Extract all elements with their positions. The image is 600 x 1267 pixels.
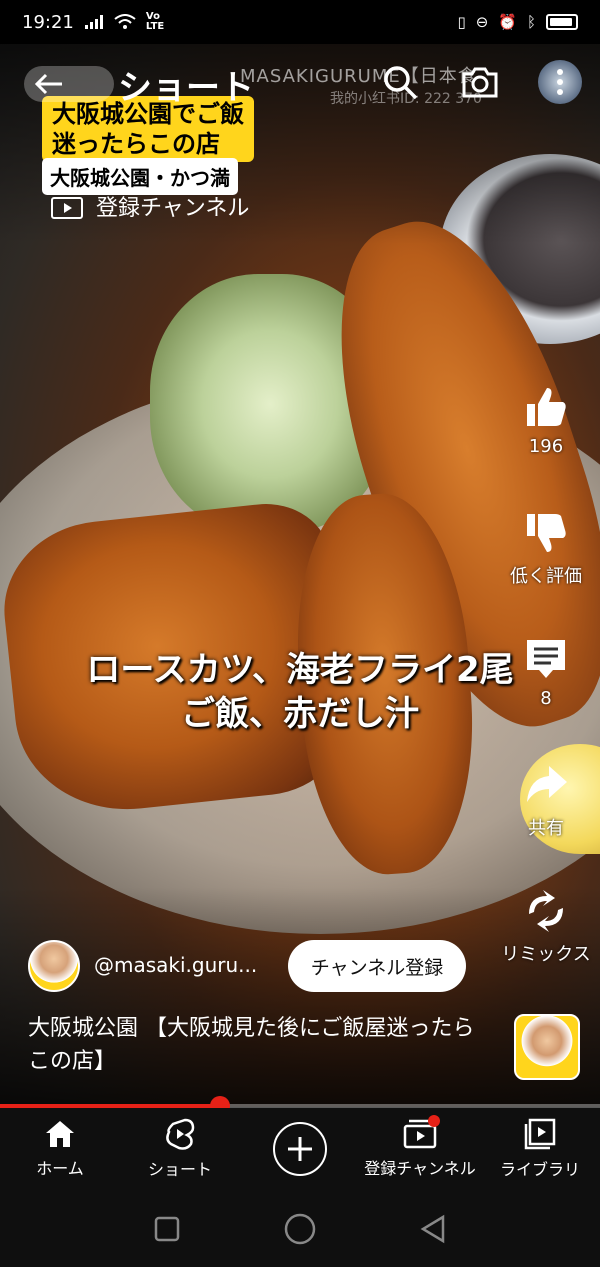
page-title: ショート <box>118 68 254 108</box>
battery-icon <box>546 14 578 30</box>
do-not-disturb-icon: ⊖ <box>475 13 489 31</box>
camera-button[interactable] <box>460 62 504 106</box>
nav-create[interactable] <box>240 1122 360 1176</box>
bluetooth-icon: ᛒ <box>526 13 536 31</box>
subscriptions-link-label: 登録チャンネル <box>96 196 250 221</box>
subscriptions-icon <box>51 193 83 219</box>
status-right: ▯ ⊖ ⏰ ᛒ <box>457 13 578 31</box>
nav-shorts[interactable]: ショート <box>120 1118 240 1180</box>
camera-icon <box>462 67 498 98</box>
thumbs-up-icon <box>527 388 566 426</box>
comment-icon <box>527 640 565 678</box>
circle-icon <box>284 1213 316 1244</box>
comments-button[interactable]: 8 <box>500 636 592 709</box>
notification-dot <box>428 1115 440 1127</box>
library-icon <box>524 1118 556 1150</box>
subscriptions-link[interactable]: 登録チャンネル <box>50 190 249 222</box>
status-bar: 19:21 Vo LTE ▯ ⊖ ⏰ ᛒ <box>0 0 600 44</box>
create-icon <box>273 1122 327 1176</box>
channel-avatar[interactable] <box>28 940 80 992</box>
back-button[interactable] <box>24 66 114 102</box>
nav-subscriptions-label: 登録チャンネル <box>364 1159 476 1178</box>
more-button[interactable] <box>538 60 582 104</box>
share-label: 共有 <box>528 818 564 839</box>
dislike-button[interactable]: 低く評価 <box>500 510 592 588</box>
more-vertical-icon <box>557 79 563 85</box>
video-title[interactable]: 大阪城公園 【大阪城見た後にご飯屋迷ったらこの店】 <box>28 1012 488 1078</box>
share-icon <box>527 766 567 802</box>
system-nav <box>0 1190 600 1267</box>
share-button[interactable]: 共有 <box>500 762 592 840</box>
alarm-icon: ⏰ <box>498 13 517 31</box>
bottom-nav: ホーム ショート 登録チャンネル ライブラリ <box>0 1108 600 1190</box>
home-icon <box>46 1121 74 1147</box>
vibrate-icon: ▯ <box>457 13 466 31</box>
wifi-icon <box>114 14 136 29</box>
like-button[interactable]: 196 <box>500 384 592 457</box>
triangle-back-icon <box>420 1214 445 1243</box>
nav-shorts-label: ショート <box>147 1160 212 1179</box>
back-system-button[interactable] <box>413 1209 453 1249</box>
search-icon <box>384 66 418 100</box>
nav-library-label: ライブラリ <box>499 1160 580 1179</box>
home-system-button[interactable] <box>280 1209 320 1249</box>
arrow-left-icon <box>34 73 62 95</box>
video-watermark: MASAKIGURUME【日本食 <box>240 66 477 87</box>
nav-library[interactable]: ライブラリ <box>480 1118 600 1180</box>
subscribe-button[interactable]: チャンネル登録 <box>288 940 466 992</box>
more-vertical-icon <box>557 89 563 95</box>
nav-home-label: ホーム <box>36 1159 84 1178</box>
dislike-label: 低く評価 <box>510 566 582 587</box>
remix-button[interactable]: リミックス <box>500 888 592 966</box>
shorts-icon <box>166 1118 195 1150</box>
thumbs-down-icon <box>527 514 566 552</box>
volte-icon: Vo LTE <box>145 11 165 32</box>
square-icon <box>154 1216 179 1241</box>
nav-home[interactable]: ホーム <box>0 1119 120 1179</box>
status-left: 19:21 Vo LTE <box>22 12 164 33</box>
comment-count: 8 <box>540 688 552 709</box>
recent-apps-button[interactable] <box>147 1209 187 1249</box>
search-button[interactable] <box>380 62 424 106</box>
signal-icon <box>84 15 103 29</box>
nav-subscriptions[interactable]: 登録チャンネル <box>360 1115 480 1179</box>
more-vertical-icon <box>557 69 563 75</box>
remix-icon <box>529 890 563 932</box>
caption-line: 迷ったらこの店 <box>52 130 220 158</box>
sound-thumbnail[interactable] <box>514 1014 580 1080</box>
like-count: 196 <box>528 436 564 457</box>
channel-handle[interactable]: @masaki.guru... <box>94 953 257 977</box>
status-time: 19:21 <box>22 11 74 33</box>
remix-label: リミックス <box>501 944 591 965</box>
